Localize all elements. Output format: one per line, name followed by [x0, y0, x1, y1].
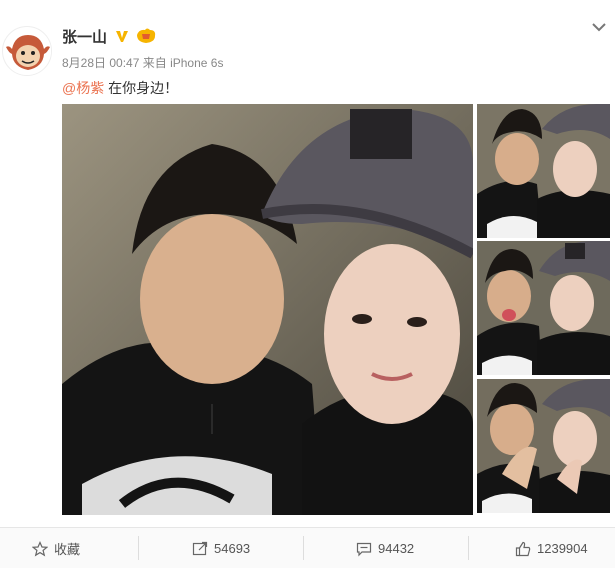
- avatar[interactable]: [2, 26, 52, 76]
- like-count: 1239904: [537, 541, 588, 556]
- thumbs-up-icon: [515, 541, 531, 557]
- comment-count: 94432: [378, 541, 415, 556]
- repost-count: 54693: [214, 541, 251, 556]
- username[interactable]: 张一山: [62, 26, 107, 47]
- post-text: @杨紫 在你身边！: [62, 78, 178, 98]
- divider: [468, 536, 469, 560]
- repost-icon: [192, 541, 208, 557]
- thumbnail-photo[interactable]: [477, 379, 610, 513]
- like-button[interactable]: 1239904: [515, 528, 588, 568]
- comment-button[interactable]: 94432: [356, 528, 414, 568]
- post-date[interactable]: 8月28日 00:47: [62, 56, 139, 70]
- post-body: 在你身边！: [104, 80, 179, 96]
- verified-badge-icon: [114, 28, 130, 44]
- post-meta: 8月28日 00:47 来自 iPhone 6s: [62, 54, 223, 71]
- favorite-button[interactable]: 收藏: [32, 528, 80, 568]
- divider: [303, 536, 304, 560]
- thumbnail-photo[interactable]: [477, 241, 610, 375]
- main-photo[interactable]: [62, 104, 473, 515]
- mention-link[interactable]: @杨紫: [62, 80, 104, 96]
- comment-icon: [356, 541, 372, 557]
- action-bar: 收藏 54693 94432 1239904: [0, 527, 615, 568]
- member-level-badge-icon: [135, 27, 157, 45]
- post-source: 来自 iPhone 6s: [142, 56, 224, 70]
- divider: [138, 536, 139, 560]
- repost-button[interactable]: 54693: [192, 528, 250, 568]
- star-icon: [32, 540, 48, 557]
- favorite-label: 收藏: [54, 542, 81, 557]
- thumbnail-photo[interactable]: [477, 104, 610, 238]
- chevron-down-icon[interactable]: [590, 20, 608, 34]
